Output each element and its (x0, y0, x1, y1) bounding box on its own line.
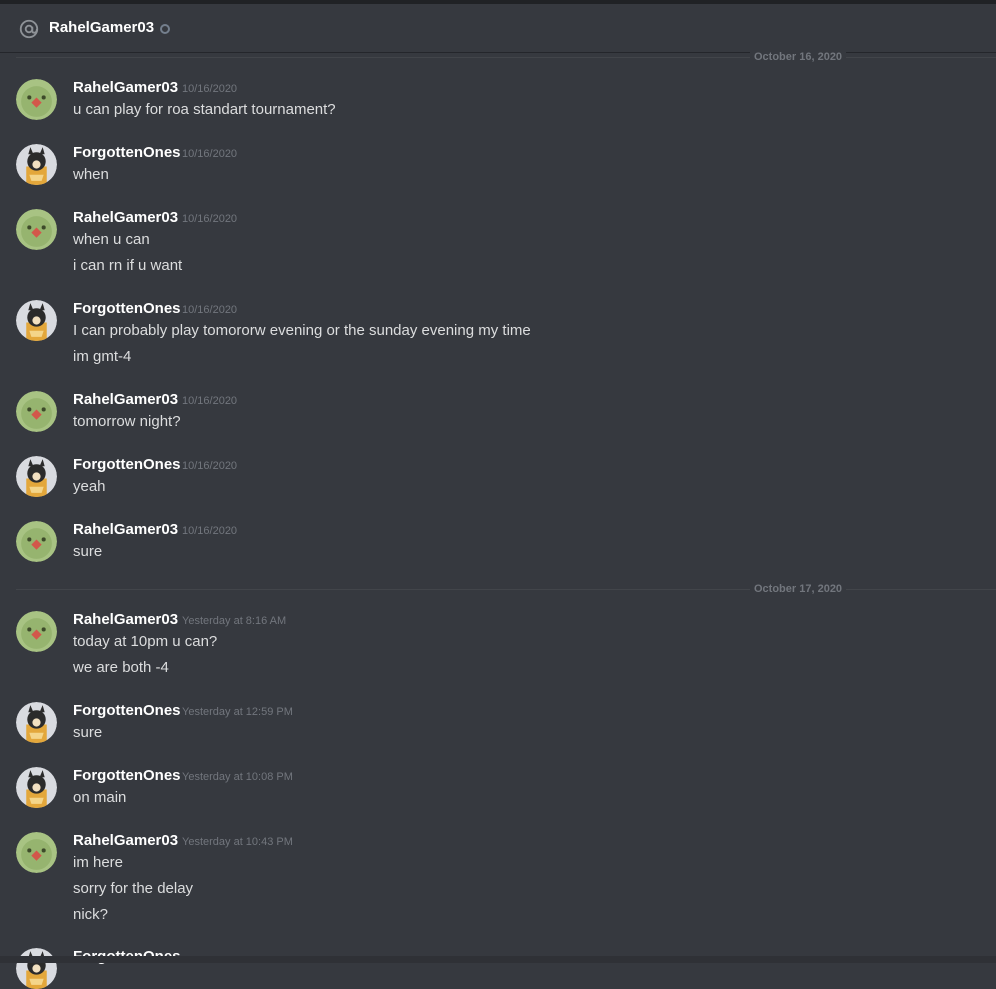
message-timestamp: Yesterday at 10:43 PM (182, 836, 293, 848)
message-text: when (73, 166, 109, 183)
message-text: we are both -4 (73, 659, 169, 676)
at-icon (19, 19, 39, 39)
date-divider-label: October 17, 2020 (750, 582, 847, 596)
message-text: sure (73, 724, 103, 741)
green-bird-avatar[interactable] (16, 521, 57, 562)
message-timestamp: 10/16/2020 (182, 213, 238, 225)
message-author[interactable]: ForgottenOnes (73, 144, 181, 162)
message-author[interactable]: RahelGamer03 (73, 611, 178, 629)
shiba-avatar[interactable] (16, 456, 57, 497)
message-author[interactable]: ForgottenOnes (73, 456, 181, 474)
message-text: nick? (73, 906, 109, 923)
message-author[interactable]: ForgottenOnes (73, 702, 181, 720)
message-text: I can probably play tomororw evening or … (73, 322, 531, 339)
date-divider-label: October 16, 2020 (750, 50, 847, 64)
date-divider (16, 589, 996, 590)
channel-title: RahelGamer03 (49, 19, 155, 36)
message-author[interactable]: RahelGamer03 (73, 79, 178, 97)
message-timestamp: 10/16/2020 (182, 525, 238, 537)
message-timestamp: Yesterday at 12:59 PM (182, 706, 293, 718)
channel-header: RahelGamer03 (0, 4, 996, 52)
message-text: tomorrow night? (73, 413, 181, 430)
shiba-avatar[interactable] (16, 300, 57, 341)
green-bird-avatar[interactable] (16, 391, 57, 432)
horizontal-scrollbar[interactable] (0, 956, 996, 963)
message-text: when u can (73, 231, 150, 248)
message-text: im here (73, 854, 124, 871)
green-bird-avatar[interactable] (16, 832, 57, 873)
shiba-avatar[interactable] (16, 948, 57, 989)
message-timestamp: Yesterday at 10:08 PM (182, 771, 293, 783)
message-timestamp: 10/16/2020 (182, 83, 238, 95)
shiba-avatar[interactable] (16, 144, 57, 185)
green-bird-avatar[interactable] (16, 611, 57, 652)
message-text: u can play for roa standart tournament? (73, 101, 336, 118)
green-bird-avatar[interactable] (16, 209, 57, 250)
green-bird-avatar[interactable] (16, 79, 57, 120)
message-text: sure (73, 543, 103, 560)
message-author[interactable]: RahelGamer03 (73, 209, 178, 227)
message-author[interactable]: ForgottenOnes (73, 767, 181, 785)
shiba-avatar[interactable] (16, 702, 57, 743)
message-text: sorry for the delay (73, 880, 194, 897)
offline-status-icon (160, 24, 170, 34)
message-text: i can rn if u want (73, 257, 183, 274)
message-timestamp: Yesterday at 8:16 AM (182, 615, 287, 627)
message-text: im gmt-4 (73, 348, 132, 365)
message-timestamp: 10/16/2020 (182, 304, 238, 316)
message-author[interactable]: RahelGamer03 (73, 391, 178, 409)
message-timestamp: 10/16/2020 (182, 395, 238, 407)
message-author[interactable]: RahelGamer03 (73, 832, 178, 850)
shiba-avatar[interactable] (16, 767, 57, 808)
message-timestamp: 10/16/2020 (182, 460, 238, 472)
date-divider (16, 57, 996, 58)
message-timestamp: 10/16/2020 (182, 148, 238, 160)
message-text: on main (73, 789, 127, 806)
message-text: yeah (73, 478, 106, 495)
message-author[interactable]: RahelGamer03 (73, 521, 178, 539)
message-text: today at 10pm u can? (73, 633, 218, 650)
message-author[interactable]: ForgottenOnes (73, 300, 181, 318)
